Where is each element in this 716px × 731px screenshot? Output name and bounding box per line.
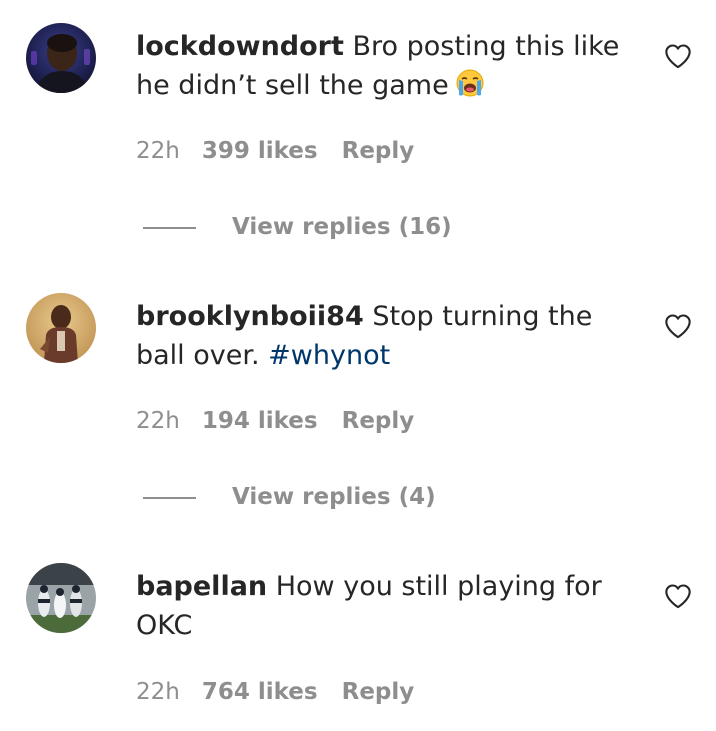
view-replies-button[interactable]: View replies (16) <box>143 212 452 242</box>
comment-meta: 22h 399 likes Reply <box>136 136 414 166</box>
comment-username[interactable]: brooklynboii84 <box>136 301 364 332</box>
comment-meta: 22h 764 likes Reply <box>136 677 414 707</box>
reply-button[interactable]: Reply <box>342 406 415 436</box>
comment-text: brooklynboii84 Stop turning the ball ove… <box>136 297 636 375</box>
loudly-crying-face-icon <box>455 68 485 98</box>
comment-timestamp[interactable]: 22h <box>136 406 180 436</box>
avatar[interactable] <box>26 563 96 633</box>
comment-username[interactable]: bapellan <box>136 571 267 602</box>
hashtag-link[interactable]: #whynot <box>268 340 390 371</box>
like-heart-icon[interactable] <box>664 583 692 609</box>
like-heart-icon[interactable] <box>664 43 692 69</box>
view-replies-button[interactable]: View replies (4) <box>143 482 436 512</box>
reply-button[interactable]: Reply <box>342 136 415 166</box>
comment-likes-count[interactable]: 764 likes <box>202 677 318 707</box>
view-replies-label: View replies (4) <box>232 484 436 510</box>
view-replies-label: View replies (16) <box>232 214 452 240</box>
comment-username[interactable]: lockdowndort <box>136 31 344 62</box>
comment-likes-count[interactable]: 194 likes <box>202 406 318 436</box>
avatar[interactable] <box>26 293 96 363</box>
comment-timestamp[interactable]: 22h <box>136 677 180 707</box>
comment-meta: 22h 194 likes Reply <box>136 406 414 436</box>
comment-likes-count[interactable]: 399 likes <box>202 136 318 166</box>
comment-text: lockdowndort Bro posting this like he di… <box>136 27 636 105</box>
comment-text: bapellan How you still playing for OKC <box>136 567 636 645</box>
comment-timestamp[interactable]: 22h <box>136 136 180 166</box>
reply-button[interactable]: Reply <box>342 677 415 707</box>
replies-divider-line <box>143 496 196 499</box>
avatar[interactable] <box>26 23 96 93</box>
replies-divider-line <box>143 226 196 229</box>
like-heart-icon[interactable] <box>664 313 692 339</box>
